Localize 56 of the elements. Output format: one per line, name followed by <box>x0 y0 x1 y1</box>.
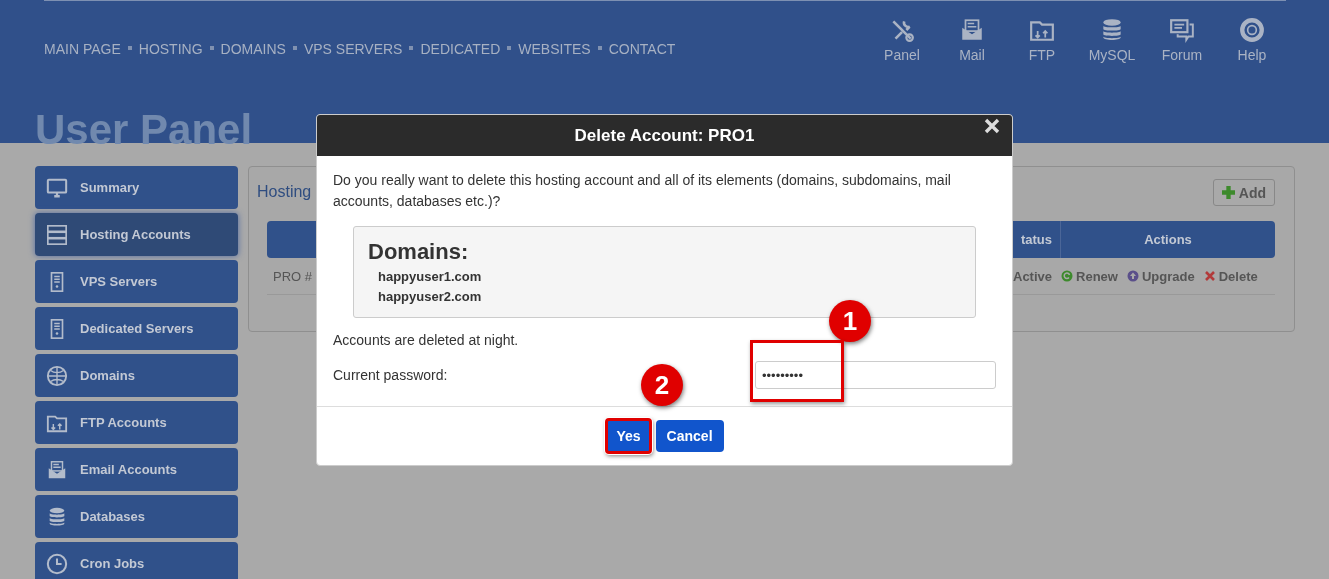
chat-icon <box>1169 17 1195 43</box>
close-icon[interactable] <box>984 118 1000 134</box>
action-link[interactable]: Delete <box>1203 268 1258 284</box>
domains-heading: Domains: <box>368 239 470 265</box>
domain-name: happyuser2.com <box>378 288 483 306</box>
clock-icon <box>46 552 68 575</box>
sidebar-item[interactable]: Hosting Accounts <box>35 213 238 256</box>
sidebar-item[interactable]: Databases <box>35 495 238 538</box>
column-header: Actions <box>1143 231 1193 249</box>
cancel-button[interactable]: Cancel <box>655 420 724 452</box>
toolbar-link[interactable]: Panel <box>867 17 937 79</box>
dialog-title: Delete Account: PRO1 <box>574 125 755 146</box>
note-text: Accounts are deleted at night. <box>333 332 520 348</box>
sidebar-item[interactable]: Dedicated Servers <box>35 307 238 350</box>
envelope-icon <box>46 458 68 481</box>
nav-link[interactable]: CONTACT <box>608 41 676 57</box>
toolbar-link[interactable]: Mail <box>937 17 1007 79</box>
sidebar-item[interactable]: VPS Servers <box>35 260 238 303</box>
table-header <box>267 221 316 258</box>
nav-link[interactable]: DOMAINS <box>220 41 286 57</box>
password-field[interactable]: ••••••••• <box>755 361 996 389</box>
table-cell: PRO # <box>273 268 312 284</box>
panel-title: Hosting <box>257 183 312 202</box>
lifebuoy-icon <box>1239 17 1265 43</box>
step-number-badge: 2 <box>641 364 683 406</box>
refresh-icon <box>1061 270 1074 282</box>
envelope-icon <box>959 17 985 43</box>
domain-name: happyuser1.com <box>378 268 483 286</box>
monitor-icon <box>46 176 68 199</box>
nav-link[interactable]: HOSTING <box>138 41 203 57</box>
status-text: Active <box>1013 268 1053 284</box>
toolbar-link[interactable]: Forum <box>1147 17 1217 79</box>
toolbar-link[interactable]: FTP <box>1007 17 1077 79</box>
yes-button[interactable]: Yes <box>605 418 652 454</box>
sidebar-item[interactable]: Email Accounts <box>35 448 238 491</box>
sidebar-item[interactable]: Cron Jobs <box>35 542 238 579</box>
globe-icon <box>46 364 68 387</box>
nav-link[interactable]: VPS SERVERS <box>303 41 403 57</box>
sidebar-item[interactable]: FTP Accounts <box>35 401 238 444</box>
up-arrow-icon <box>1126 270 1139 282</box>
field-label: Current password: <box>333 367 448 383</box>
page-title: User Panel <box>35 107 253 153</box>
sidebar-item[interactable]: Domains <box>35 354 238 397</box>
action-link[interactable]: Renew <box>1061 268 1118 284</box>
server-icon <box>46 223 68 246</box>
toolbar-link[interactable]: MySQL <box>1077 17 1147 79</box>
action-link[interactable]: Upgrade <box>1126 268 1195 284</box>
nav-link[interactable]: MAIN PAGE <box>44 41 121 57</box>
plus-icon <box>1221 186 1235 199</box>
sidebar-item[interactable]: Summary <box>35 166 238 209</box>
nav-link[interactable]: DEDICATED <box>420 41 501 57</box>
delete-icon <box>1203 270 1216 282</box>
add-button[interactable]: Add <box>1212 179 1275 206</box>
nav-link[interactable]: WEBSITES <box>518 41 591 57</box>
toolbar-link[interactable]: Help <box>1217 17 1287 79</box>
confirmation-message: Do you really want to delete this hosting account and all of its elements (domains, subdomains, mail accounts, databases etc.)? <box>333 171 952 211</box>
